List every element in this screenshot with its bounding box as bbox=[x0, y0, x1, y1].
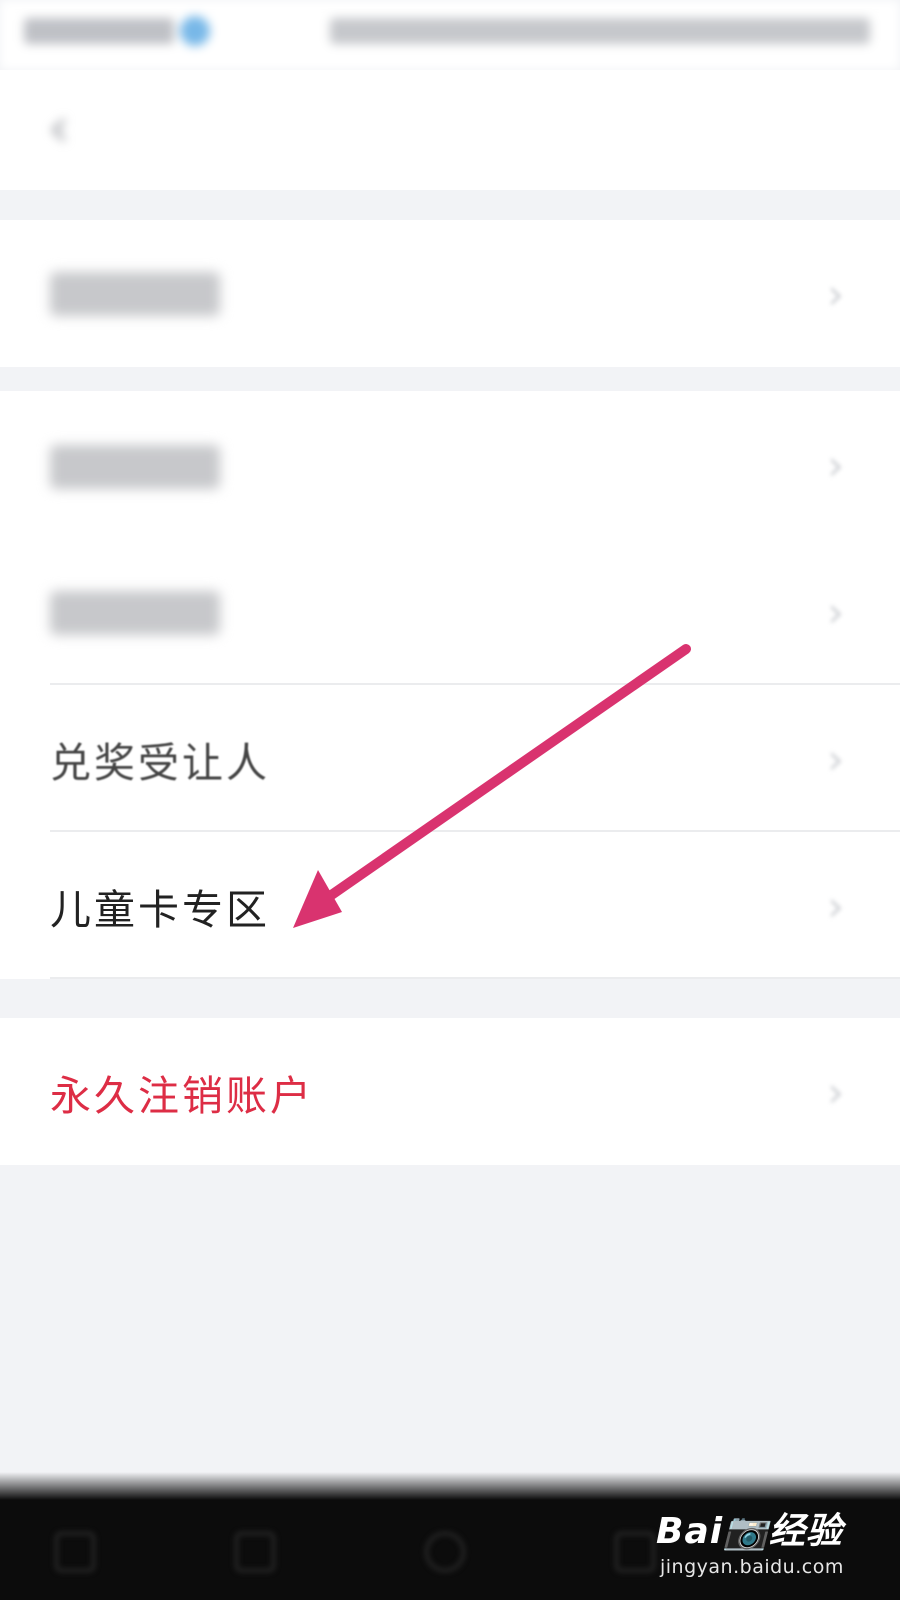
divider bbox=[50, 977, 900, 979]
status-bar bbox=[0, 0, 900, 70]
watermark-url: jingyan.baidu.com bbox=[660, 1556, 844, 1578]
status-indicators bbox=[330, 18, 870, 44]
app-screen: ‹ › › › 兑奖受让人 › 儿童卡专区 › 永久注销账户 › Bai📷经验 … bbox=[0, 0, 900, 1600]
watermark-brand: Bai📷经验 bbox=[656, 1511, 843, 1552]
settings-item-children-card-zone[interactable]: 儿童卡专区 › bbox=[0, 832, 900, 979]
settings-item-label: 儿童卡专区 bbox=[50, 885, 270, 934]
chevron-right-icon: › bbox=[827, 1067, 844, 1116]
blurred-items-mask bbox=[0, 391, 900, 685]
watermark: Bai📷经验 jingyan.baidu.com bbox=[656, 1500, 856, 1588]
menu-icon[interactable] bbox=[55, 1532, 95, 1572]
blurred-item-mask bbox=[0, 220, 900, 367]
carrier-label bbox=[24, 18, 174, 44]
chevron-right-icon: › bbox=[827, 734, 844, 783]
settings-item-delete-account[interactable]: 永久注销账户 › bbox=[0, 1018, 900, 1165]
back-nav-icon[interactable] bbox=[235, 1532, 275, 1572]
home-icon[interactable] bbox=[425, 1532, 465, 1572]
settings-item-prize-transferee[interactable]: 兑奖受让人 › bbox=[0, 685, 900, 832]
hd-icon bbox=[180, 16, 210, 46]
nav-bar: ‹ bbox=[0, 70, 900, 190]
settings-item-label: 兑奖受让人 bbox=[50, 738, 270, 787]
settings-item-label: 永久注销账户 bbox=[50, 1071, 314, 1120]
chevron-right-icon: › bbox=[827, 881, 844, 930]
settings-group-3: 永久注销账户 › bbox=[0, 1018, 900, 1165]
back-icon[interactable]: ‹ bbox=[48, 96, 70, 159]
recents-icon[interactable] bbox=[615, 1532, 655, 1572]
